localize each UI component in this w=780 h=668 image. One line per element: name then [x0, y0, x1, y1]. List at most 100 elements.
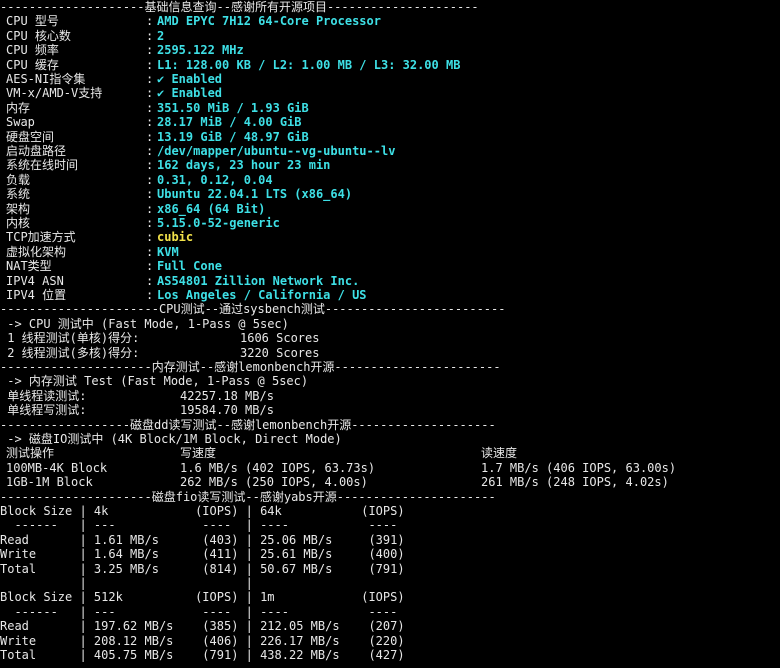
- cpu-multi-label: 2 线程测试(多核)得分:: [0, 345, 140, 360]
- info-label: CPU 型号: [6, 14, 59, 29]
- fio-line-text: Block Size | 4k (IOPS) | 64k (IOPS): [0, 504, 405, 518]
- info-value: /dev/mapper/ubuntu--vg-ubuntu--lv: [157, 144, 396, 158]
- dd-read: 1.7 MB/s (406 IOPS, 63.00s): [481, 460, 677, 475]
- fio-table-row: Read | 197.62 MB/s (385) | 212.05 MB/s (…: [0, 619, 780, 633]
- fio-table-row: ------ | --- ---- | ---- ----: [0, 518, 780, 532]
- memory-write-line: 单线程写测试: 19584.70 MB/s: [0, 403, 780, 417]
- fio-line-text: Total | 405.75 MB/s (791) | 438.22 MB/s …: [0, 648, 405, 662]
- memory-read-label: 单线程读测试:: [0, 388, 87, 403]
- dd-column-op: 测试操作: [6, 446, 55, 461]
- info-colon: :: [146, 14, 154, 29]
- info-row: CPU 型号: AMD EPYC 7H12 64-Core Processor: [0, 14, 780, 28]
- memory-read-line: 单线程读测试: 42257.18 MB/s: [0, 389, 780, 403]
- fio-table-row: Write | 1.64 MB/s (411) | 25.61 MB/s (40…: [0, 547, 780, 561]
- info-value: ✔ Enabled: [157, 72, 223, 86]
- memory-test-header-text: ---------------------内存测试--感谢lemonbench开…: [0, 360, 501, 374]
- info-value: 2595.122 MHz: [157, 43, 244, 58]
- info-colon: :: [146, 273, 154, 288]
- info-value: 0.31, 0.12, 0.04: [157, 172, 273, 187]
- dd-column-read: 读速度: [481, 446, 518, 461]
- info-value: Full Cone: [157, 259, 223, 274]
- info-value: 351.50 MiB / 1.93 GiB: [157, 100, 309, 115]
- info-label: 内存: [6, 100, 31, 115]
- cpu-multi-value: 3220 Scores: [240, 345, 320, 360]
- cpu-mode-line: -> CPU 测试中 (Fast Mode, 1-Pass @ 5sec): [0, 317, 780, 331]
- info-row: 内存:351.50 MiB / 1.93 GiB: [0, 101, 780, 115]
- info-row: VM-x/AMD-V支持: ✔ Enabled: [0, 86, 780, 100]
- info-colon: :: [146, 158, 154, 173]
- fio-line-text: ------ | --- ---- | ---- ----: [0, 604, 398, 619]
- dd-write: 1.6 MB/s (402 IOPS, 63.73s): [180, 460, 376, 475]
- info-value: x86_64 (64 Bit): [157, 201, 266, 216]
- info-value: 13.19 GiB / 48.97 GiB: [157, 129, 309, 144]
- memory-mode-text: -> 内存测试 Test (Fast Mode, 1-Pass @ 5sec): [0, 374, 309, 389]
- fio-line-text: Read | 197.62 MB/s (385) | 212.05 MB/s (…: [0, 619, 405, 634]
- fio-line-text: Total | 3.25 MB/s (814) | 50.67 MB/s (79…: [0, 561, 405, 576]
- info-colon: :: [146, 259, 154, 274]
- cpu-test-header: ----------------------CPU测试--通过sysbench测…: [0, 302, 780, 316]
- info-row: TCP加速方式: cubic: [0, 230, 780, 244]
- info-value: cubic: [157, 230, 194, 245]
- disk-dd-header-text: ------------------磁盘dd读写测试--感谢lemonbench…: [0, 417, 496, 432]
- disk-dd-header: ------------------磁盘dd读写测试--感谢lemonbench…: [0, 418, 780, 432]
- dd-row: 100MB-4K Block 1.6 MB/s (402 IOPS, 63.73s…: [0, 461, 780, 475]
- disk-dd-mode-line: -> 磁盘IO测试中 (4K Block/1M Block, Direct Mo…: [0, 432, 780, 446]
- terminal-window[interactable]: --------------------基础信息查询--感谢所有开源项目----…: [0, 0, 780, 668]
- cpu-mode-text: -> CPU 测试中 (Fast Mode, 1-Pass @ 5sec): [0, 316, 289, 331]
- memory-test-header: ---------------------内存测试--感谢lemonbench开…: [0, 360, 780, 374]
- info-colon: :: [146, 288, 154, 302]
- cpu-single-value: 1606 Scores: [240, 331, 320, 346]
- info-row: 内核:5.15.0-52-generic: [0, 216, 780, 230]
- info-value: L1: 128.00 KB / L2: 1.00 MB / L3: 32.00 …: [157, 57, 461, 72]
- memory-write-value: 19584.70 MB/s: [180, 403, 274, 418]
- info-value: 5.15.0-52-generic: [157, 216, 280, 230]
- info-label: CPU 缓存: [6, 57, 59, 72]
- dd-op: 100MB-4K Block: [6, 460, 108, 475]
- info-value: 2: [157, 28, 165, 43]
- dd-read: 261 MB/s (248 IOPS, 4.02s): [481, 475, 669, 490]
- info-label: 架构: [6, 201, 31, 216]
- memory-write-label: 单线程写测试:: [0, 403, 87, 418]
- disk-fio-header: ---------------------磁盘fio读写测试--感谢yabs开源…: [0, 490, 780, 504]
- info-value: 162 days, 23 hour 23 min: [157, 158, 331, 173]
- fio-line-text: ------ | --- ---- | ---- ----: [0, 518, 398, 533]
- fio-line-text: Block Size | 512k (IOPS) | 1m (IOPS): [0, 590, 405, 605]
- cpu-test-header-text: ----------------------CPU测试--通过sysbench测…: [0, 302, 506, 317]
- info-label: CPU 核心数: [6, 28, 71, 43]
- info-label: VM-x/AMD-V支持: [6, 86, 103, 101]
- info-label: 虚拟化架构: [6, 244, 67, 259]
- memory-mode-line: -> 内存测试 Test (Fast Mode, 1-Pass @ 5sec): [0, 374, 780, 388]
- info-value: ✔ Enabled: [157, 86, 223, 101]
- info-label: NAT类型: [6, 259, 52, 274]
- fio-line-text: | |: [0, 576, 253, 590]
- info-colon: :: [146, 187, 154, 202]
- fio-table-row: Read | 1.61 MB/s (403) | 25.06 MB/s (391…: [0, 533, 780, 547]
- info-label: AES-NI指令集: [6, 72, 86, 86]
- disk-dd-mode-text: -> 磁盘IO测试中 (4K Block/1M Block, Direct Mo…: [0, 432, 342, 446]
- fio-table-row: ------ | --- ---- | ---- ----: [0, 605, 780, 619]
- info-row: 系统在线时间:162 days, 23 hour 23 min: [0, 158, 780, 172]
- disk-fio-header-text: ---------------------磁盘fio读写测试--感谢yabs开源…: [0, 489, 496, 504]
- info-label: Swap: [6, 115, 35, 130]
- info-row: IPV4 ASN: AS54801 Zillion Network Inc.: [0, 274, 780, 288]
- info-row: CPU 缓存: L1: 128.00 KB / L2: 1.00 MB / L3:…: [0, 58, 780, 72]
- info-value: KVM: [157, 244, 179, 259]
- info-row: CPU 核心数:2: [0, 29, 780, 43]
- basic-info-header: --------------------基础信息查询--感谢所有开源项目----…: [0, 0, 780, 14]
- info-row: 架构: x86_64 (64 Bit): [0, 202, 780, 216]
- info-label: 硬盘空间: [6, 129, 55, 144]
- fio-table-row: Total | 405.75 MB/s (791) | 438.22 MB/s …: [0, 648, 780, 662]
- fio-table-row: Block Size | 512k (IOPS) | 1m (IOPS): [0, 590, 780, 604]
- dd-op: 1GB-1M Block: [6, 475, 93, 490]
- info-row: 启动盘路径:/dev/mapper/ubuntu--vg-ubuntu--lv: [0, 144, 780, 158]
- info-label: TCP加速方式: [6, 230, 76, 245]
- info-colon: :: [146, 72, 154, 86]
- info-row: IPV4 位置: Los Angeles / California / US: [0, 288, 780, 302]
- info-row: 系统: Ubuntu 22.04.1 LTS (x86_64): [0, 187, 780, 201]
- info-row: 虚拟化架构: KVM: [0, 245, 780, 259]
- info-colon: :: [146, 244, 154, 259]
- info-label: 系统在线时间: [6, 158, 79, 173]
- info-label: 内核: [6, 216, 31, 230]
- info-row: Swap:28.17 MiB / 4.00 GiB: [0, 115, 780, 129]
- info-row: AES-NI指令集: ✔ Enabled: [0, 72, 780, 86]
